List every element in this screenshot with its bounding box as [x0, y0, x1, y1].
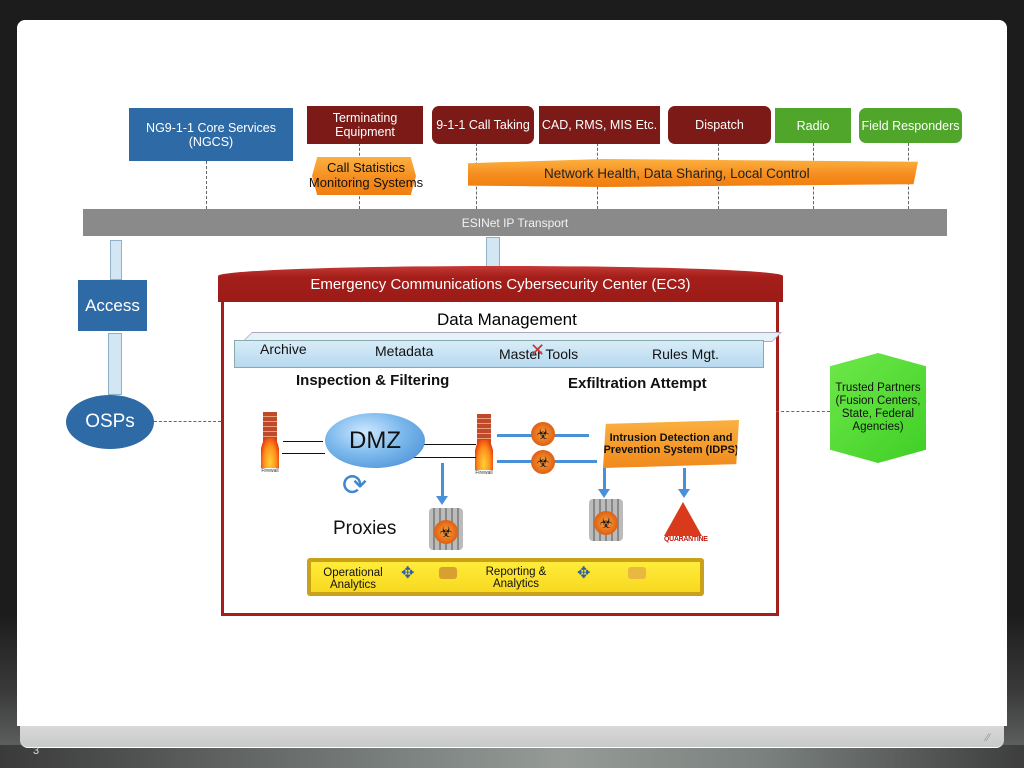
biohazard-in-icon: ☣	[531, 450, 555, 474]
firewall-left-icon: Firewall	[261, 412, 279, 482]
arrow-fw-to-dmz	[283, 441, 323, 442]
network-node-icon: ✥	[401, 565, 415, 582]
trusted-partners-cube: Trusted Partners (Fusion Centers, State,…	[830, 353, 926, 463]
operational-analytics-label: Operational Analytics	[323, 567, 383, 591]
access-box: Access	[78, 280, 147, 331]
server-icon-2	[628, 567, 646, 579]
slide-footer-bar: ⁄⁄	[20, 726, 1004, 748]
arrow-dmz-to-fw-right	[420, 444, 476, 445]
access-osps-arrow	[108, 333, 122, 395]
arrow-fw-right-to-dmz	[412, 457, 476, 458]
call-taking-box: 9-1-1 Call Taking	[432, 106, 534, 144]
ngcs-box: NG9-1-1 Core Services (NGCS)	[129, 108, 293, 161]
dm-rules-mgt: Rules Mgt.	[652, 346, 719, 362]
resize-grip-icon[interactable]: ⁄⁄	[986, 732, 998, 744]
quarantine-icon: QUARANTINE	[664, 502, 708, 550]
idps-box: Intrusion Detection and Prevention Syste…	[603, 420, 739, 468]
desktop-background	[0, 745, 1024, 768]
arrow-idps-to-trash	[598, 468, 610, 498]
field-responders-box: Field Responders	[859, 108, 962, 143]
dispatch-box: Dispatch	[668, 106, 771, 144]
page-number: 3	[33, 745, 40, 757]
access-esinet-arrow	[110, 240, 122, 280]
terminating-equipment-box: Terminating Equipment	[307, 106, 423, 144]
dm-metadata: Metadata	[375, 343, 434, 359]
osps-ellipse: OSPs	[66, 395, 154, 449]
trash-bin-right-icon: ☣	[589, 499, 623, 541]
ec3-partners-connector	[776, 411, 830, 412]
arrow-dmz-to-fw	[282, 453, 325, 454]
proxy-cycle-icon: ⟳	[342, 469, 368, 502]
radio-box: Radio	[775, 108, 851, 143]
dm-archive: Archive	[260, 341, 307, 357]
trash-bin-left-icon: ☣	[429, 508, 463, 550]
call-statistics-label: Call Statistics Monitoring Systems	[308, 160, 424, 190]
ec3-title: Emergency Communications Cybersecurity C…	[218, 266, 783, 302]
data-management-title: Data Management	[437, 310, 577, 329]
esinet-ec3-arrow	[486, 237, 500, 267]
dmz-cloud: DMZ	[325, 413, 425, 468]
reporting-analytics-label: Reporting & Analytics	[485, 566, 547, 590]
exfiltration-attempt-label: Exfiltration Attempt	[568, 375, 707, 392]
server-icon	[439, 567, 457, 579]
inspection-filtering-label: Inspection & Filtering	[296, 372, 450, 389]
network-node-icon-2: ✥	[577, 565, 591, 582]
osps-ec3-connector	[154, 421, 221, 422]
biohazard-icon: ☣	[434, 520, 458, 544]
cad-rms-mis-box: CAD, RMS, MIS Etc.	[539, 106, 660, 144]
proxies-label: Proxies	[333, 518, 397, 539]
network-health-banner: Network Health, Data Sharing, Local Cont…	[468, 159, 918, 187]
connector-ngcs	[206, 161, 207, 209]
biohazard-out-icon: ☣	[531, 422, 555, 446]
esinet-transport-bar: ESINet IP Transport	[83, 209, 947, 236]
arrow-to-trash-left	[436, 463, 448, 505]
arrow-idps-to-quarantine	[678, 468, 690, 498]
firewall-right-icon: Firewall	[475, 414, 493, 484]
biohazard-icon: ☣	[594, 511, 618, 535]
wrench-tools-icon: ✕	[530, 340, 546, 360]
